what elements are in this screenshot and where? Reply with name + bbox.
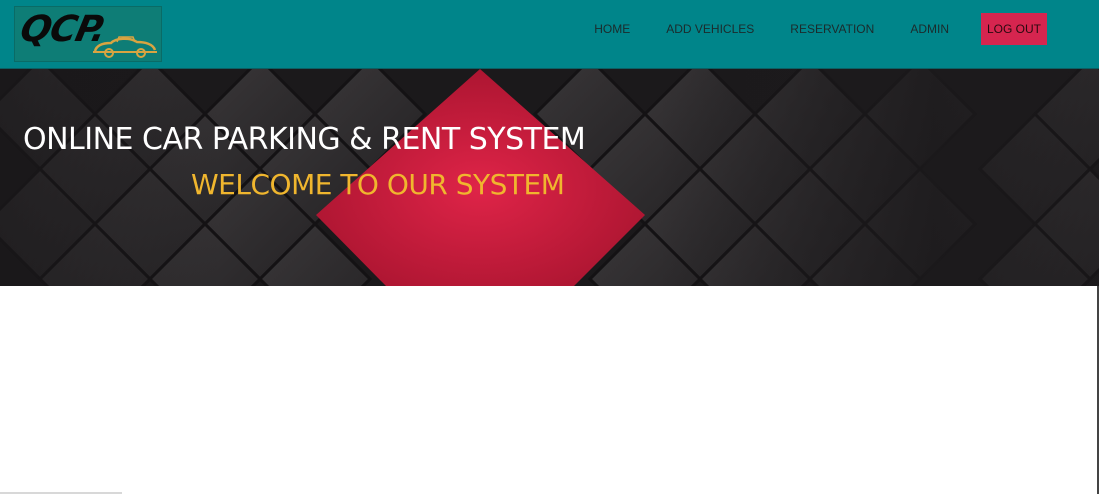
nav-add-vehicles[interactable]: ADD VEHICLES bbox=[648, 13, 772, 45]
nav-home[interactable]: HOME bbox=[576, 13, 648, 45]
hero-title: ONLINE CAR PARKING & RENT SYSTEM bbox=[23, 122, 586, 157]
brand-logo[interactable]: QCP. bbox=[14, 6, 162, 62]
hero-subtitle: WELCOME TO OUR SYSTEM bbox=[191, 168, 565, 201]
nav-reservation[interactable]: RESERVATION bbox=[772, 13, 892, 45]
navbar: QCP. HOME ADD VEHICLES RESERVATION ADMIN… bbox=[0, 0, 1099, 69]
logout-button[interactable]: LOG OUT bbox=[980, 13, 1047, 45]
car-icon bbox=[93, 36, 157, 58]
nav-admin[interactable]: ADMIN bbox=[892, 13, 967, 45]
main-nav: HOME ADD VEHICLES RESERVATION ADMIN LOG … bbox=[576, 13, 1047, 45]
hero-banner: ONLINE CAR PARKING & RENT SYSTEM WELCOME… bbox=[0, 69, 1099, 286]
